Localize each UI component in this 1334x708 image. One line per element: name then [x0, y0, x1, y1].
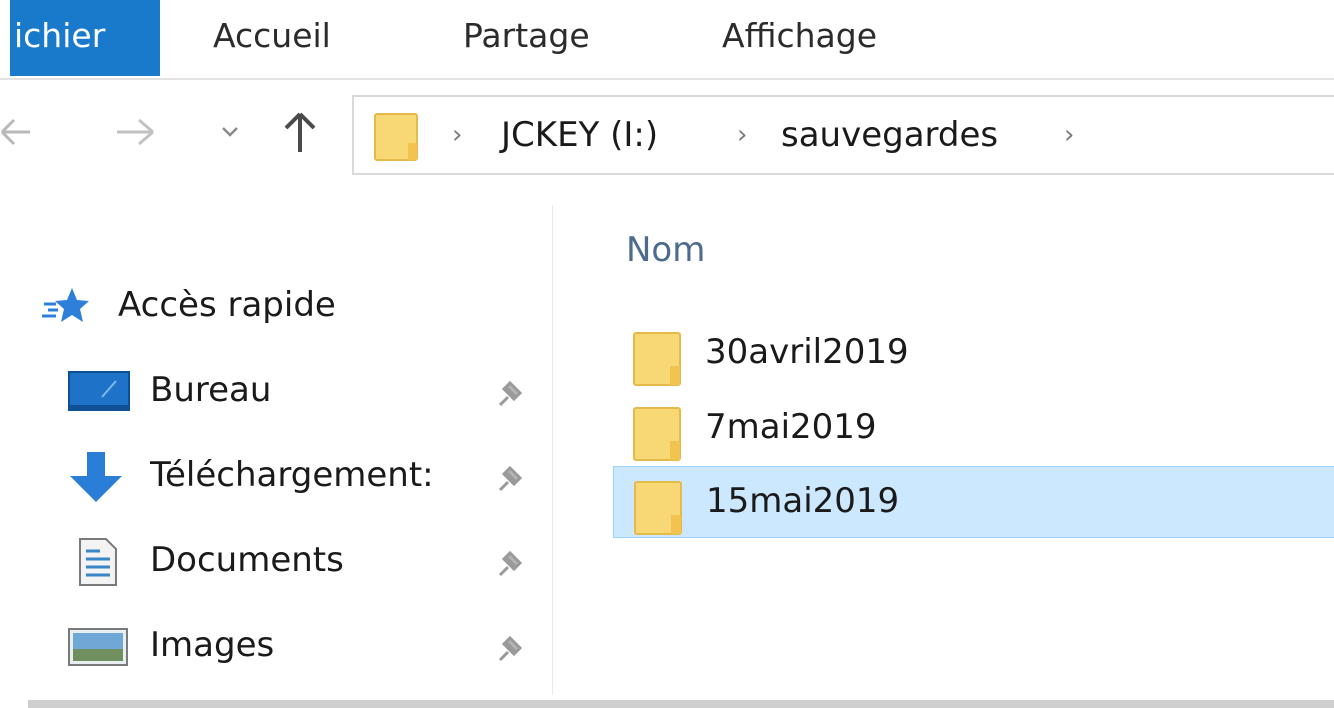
pictures-icon: [68, 628, 128, 666]
sidebar-item-documents[interactable]: Documents: [0, 525, 552, 595]
tab-fichier[interactable]: ichier: [10, 0, 160, 76]
file-name: 30avril2019: [705, 332, 909, 372]
column-header-name[interactable]: Nom: [626, 225, 705, 275]
arrow-up-icon: [284, 112, 316, 152]
breadcrumb-sauvegardes[interactable]: sauvegardes: [781, 97, 998, 173]
breadcrumb-separator[interactable]: ›: [1064, 97, 1074, 173]
pin-icon[interactable]: [492, 460, 528, 496]
sidebar-item-label: Téléchargement:: [150, 455, 434, 495]
arrow-right-icon: [117, 118, 154, 146]
file-name: 15mai2019: [706, 481, 900, 521]
arrow-left-icon: [0, 118, 30, 146]
up-button[interactable]: [268, 100, 332, 164]
pin-icon[interactable]: [492, 630, 528, 666]
file-row[interactable]: 30avril2019: [613, 318, 1334, 390]
sidebar-item-telechargements[interactable]: Téléchargement:: [0, 440, 552, 510]
tab-partage[interactable]: Partage: [463, 0, 590, 76]
folder-icon: [633, 332, 681, 386]
address-bar[interactable]: › JCKEY (I:) › sauvegardes ›: [352, 95, 1334, 175]
desktop-icon: [68, 371, 130, 411]
file-explorer-window: ichier Accueil Partage Affichage › JCKEY…: [0, 0, 1334, 708]
navigation-bar: › JCKEY (I:) › sauvegardes ›: [0, 80, 1334, 190]
tab-accueil[interactable]: Accueil: [213, 0, 331, 76]
sidebar-item-bureau[interactable]: Bureau: [0, 355, 552, 425]
file-row-selected[interactable]: 15mai2019: [613, 466, 1334, 538]
sidebar-item-label: Documents: [150, 540, 344, 580]
breadcrumb-separator: ›: [737, 120, 748, 150]
star-icon: [42, 288, 89, 322]
file-row[interactable]: 7mai2019: [613, 393, 1334, 465]
sidebar-item-label: Bureau: [150, 370, 272, 410]
folder-icon: [634, 481, 682, 535]
pin-icon[interactable]: [492, 375, 528, 411]
breadcrumb-drive[interactable]: JCKEY (I:): [501, 97, 658, 173]
file-list: Nom 30avril2019 7mai2019 15mai2019: [553, 200, 1334, 695]
folder-icon: [633, 407, 681, 461]
folder-icon: [374, 113, 418, 161]
navigation-pane: Accès rapide Bureau Téléchargement: Docu…: [0, 200, 552, 708]
sidebar-item-quick-access[interactable]: Accès rapide: [0, 270, 552, 340]
sidebar-item-label: Images: [150, 625, 275, 665]
sidebar-item-images[interactable]: Images: [0, 610, 552, 680]
breadcrumb-separator: ›: [452, 120, 463, 150]
horizontal-scrollbar[interactable]: [28, 700, 1334, 708]
sidebar-item-label: Accès rapide: [118, 285, 336, 325]
ribbon-tabs: ichier Accueil Partage Affichage: [0, 0, 1334, 80]
pin-icon[interactable]: [492, 545, 528, 581]
forward-button[interactable]: [100, 100, 170, 164]
document-icon: [79, 538, 117, 586]
back-button[interactable]: [0, 100, 30, 164]
tab-affichage[interactable]: Affichage: [722, 0, 877, 76]
download-arrow-icon: [70, 452, 122, 502]
chevron-down-icon: [222, 127, 238, 137]
file-name: 7mai2019: [705, 407, 877, 447]
recent-locations-button[interactable]: [210, 100, 250, 164]
